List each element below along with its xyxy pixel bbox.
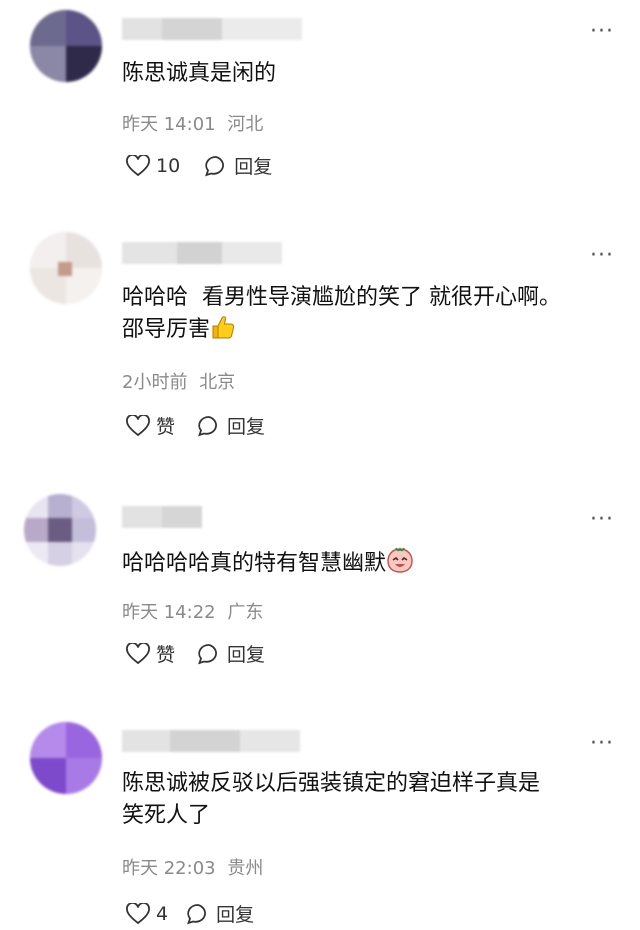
like-button[interactable]: 4 — [126, 902, 169, 925]
comment-bubble-icon — [198, 415, 217, 436]
location: 河北 — [227, 114, 264, 135]
more-icon[interactable]: ··· — [590, 509, 614, 531]
comment-bubble-icon — [198, 643, 217, 664]
reply-button[interactable]: 回复 — [186, 900, 254, 927]
like-label: 赞 — [156, 416, 176, 438]
avatar[interactable] — [30, 232, 102, 304]
timestamp: 昨天 14:22 — [122, 602, 216, 623]
username-blurred[interactable] — [122, 730, 300, 752]
comment-actions: 赞 回复 — [126, 640, 265, 667]
reply-button[interactable]: 回复 — [204, 152, 272, 179]
like-count: 4 — [156, 902, 169, 925]
like-button[interactable]: 赞 — [126, 640, 175, 667]
comment-line: 哈哈哈哈真的特有智慧幽默 — [122, 551, 387, 576]
comment-meta: 昨天 14:22 广东 — [122, 598, 269, 624]
thumbs-up-emoji — [212, 316, 235, 339]
heart-icon — [126, 414, 150, 436]
location: 北京 — [199, 372, 236, 393]
comment-actions: 4 回复 — [126, 900, 254, 927]
comment-text: 哈哈哈 看男性导演尴尬的笑了 就很开心啊。 邵导厉害 — [122, 282, 612, 346]
location: 广东 — [227, 602, 264, 623]
more-icon[interactable]: ··· — [590, 21, 614, 43]
comment-text: 陈思诚真是闲的 — [122, 58, 612, 90]
avatar[interactable] — [24, 494, 96, 566]
reply-label: 回复 — [227, 644, 266, 666]
heart-icon — [126, 902, 150, 924]
reply-button[interactable]: 回复 — [197, 412, 265, 439]
avatar[interactable] — [30, 10, 102, 82]
like-count: 10 — [156, 154, 181, 177]
reply-label: 回复 — [234, 156, 273, 178]
reply-button[interactable]: 回复 — [197, 640, 265, 667]
comment-line: 邵导厉害 — [122, 317, 211, 342]
comment-line-with-emoji: 邵导厉害 — [122, 314, 612, 346]
more-icon[interactable]: ··· — [590, 733, 614, 755]
comment-bubble-icon — [187, 903, 207, 924]
username-blurred[interactable] — [122, 506, 202, 528]
comment-text: 哈哈哈哈真的特有智慧幽默 — [122, 546, 612, 580]
comment-line-with-emoji: 哈哈哈哈真的特有智慧幽默 — [122, 546, 612, 580]
comment-meta: 2小时前 北京 — [122, 368, 241, 394]
timestamp: 昨天 22:03 — [122, 858, 216, 879]
heart-icon — [126, 642, 150, 664]
avatar[interactable] — [30, 722, 102, 794]
comment-meta: 昨天 22:03 贵州 — [122, 854, 269, 880]
more-icon[interactable]: ··· — [590, 245, 614, 267]
comment-bubble-icon — [205, 155, 225, 176]
reply-label: 回复 — [216, 904, 255, 926]
comment-line: 陈思诚被反驳以后强装镇定的窘迫样子真是 — [122, 771, 541, 796]
timestamp: 昨天 14:01 — [122, 114, 216, 135]
comment-actions: 赞 回复 — [126, 412, 265, 439]
comment-text: 陈思诚被反驳以后强装镇定的窘迫样子真是 笑死人了 — [122, 768, 612, 832]
comment-line: 陈思诚真是闲的 — [122, 61, 277, 86]
heart-icon — [126, 154, 150, 176]
comment-line: 笑死人了 — [122, 803, 211, 828]
username-blurred[interactable] — [122, 18, 302, 40]
like-button[interactable]: 10 — [126, 154, 181, 177]
timestamp: 2小时前 — [122, 372, 188, 393]
username-blurred[interactable] — [122, 242, 282, 264]
like-button[interactable]: 赞 — [126, 412, 175, 439]
comment-meta: 昨天 14:01 河北 — [122, 110, 269, 136]
comment-line: 哈哈哈 看男性导演尴尬的笑了 就很开心啊。 — [122, 285, 561, 310]
laughing-face-emoji — [387, 547, 413, 573]
location: 贵州 — [227, 858, 264, 879]
like-label: 赞 — [156, 644, 176, 666]
comment-actions: 10 回复 — [126, 152, 272, 179]
reply-label: 回复 — [227, 416, 266, 438]
